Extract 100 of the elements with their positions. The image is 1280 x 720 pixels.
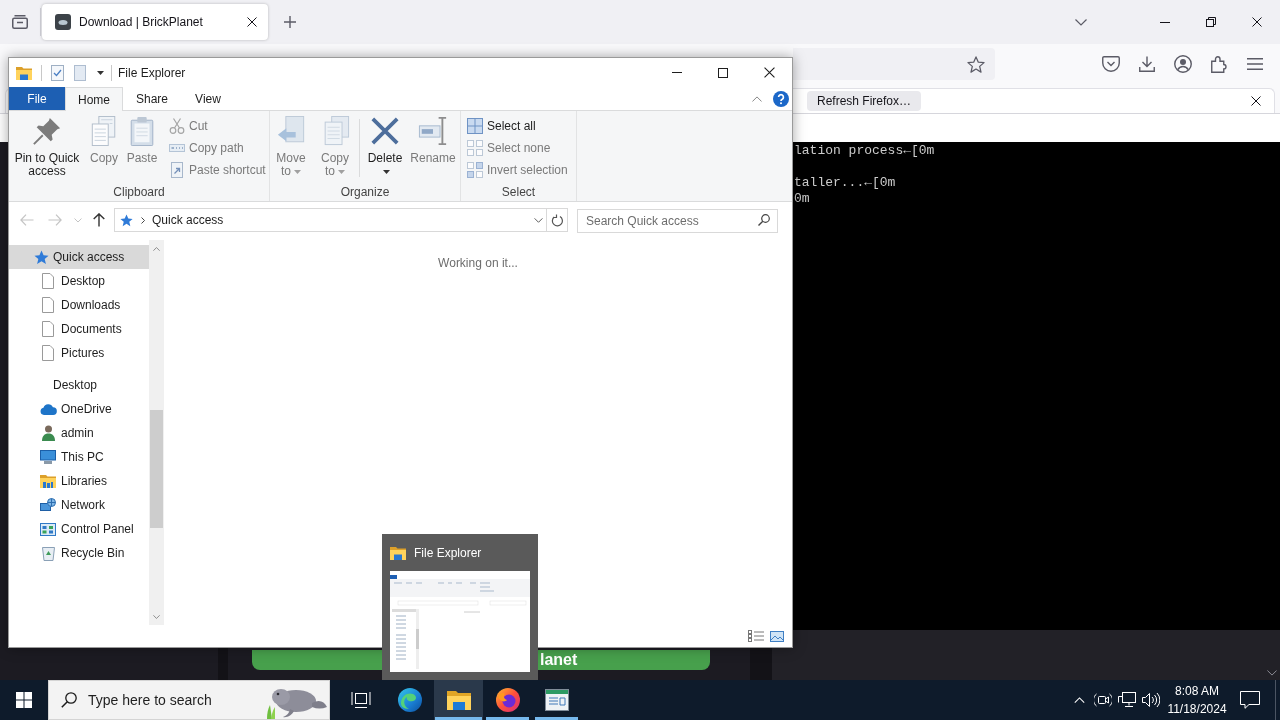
preview-title: File Explorer <box>414 544 482 562</box>
page-icon <box>42 345 54 361</box>
search-icon <box>61 692 77 708</box>
terminal-line: lation process←[0m <box>794 143 935 159</box>
ribbon-tab[interactable]: View <box>181 87 235 111</box>
checked-page-icon <box>51 64 64 81</box>
scrollbar-thumb[interactable] <box>150 410 163 528</box>
network-icon <box>40 498 56 512</box>
browser-tab[interactable]: Download | BrickPlanet <box>42 4 268 40</box>
running-indicator <box>435 717 482 720</box>
nav-pane-item[interactable]: OneDrive <box>9 397 149 421</box>
status-message: Working on it... <box>438 255 518 272</box>
star-icon <box>120 213 133 227</box>
select-none-icon <box>467 140 483 156</box>
large-icons-view-button[interactable] <box>770 630 784 642</box>
ribbon-group-label: Clipboard <box>113 184 165 200</box>
windows-logo-icon <box>16 692 32 708</box>
network-monitor-icon <box>1118 692 1136 708</box>
tab-tray-icon <box>12 15 28 29</box>
nav-pane-item[interactable]: Desktop <box>9 373 149 397</box>
ribbon-tab[interactable]: Share <box>123 87 181 111</box>
plus-icon <box>284 16 296 28</box>
star-icon <box>33 249 49 265</box>
taskbar-search-field[interactable]: Type here to search <box>48 680 330 720</box>
invert-selection-icon <box>467 162 483 178</box>
nav-pane-item[interactable]: Libraries <box>9 469 149 493</box>
control-panel-icon <box>40 522 56 536</box>
ribbon-button[interactable]: Pin to Quick access <box>11 116 83 178</box>
edge-browser-icon <box>397 687 422 712</box>
help-button[interactable] <box>773 90 789 107</box>
page-icon <box>42 321 54 337</box>
window-app-icon <box>544 688 569 711</box>
folder-icon <box>16 65 32 80</box>
refresh-browser-button[interactable]: Refresh Firefox… <box>807 91 922 111</box>
delete-icon <box>370 116 400 146</box>
refresh-icon <box>551 213 563 227</box>
caret-down-icon <box>96 70 104 75</box>
library-folder-icon <box>40 474 56 488</box>
page-icon <box>42 273 54 289</box>
properties-button[interactable] <box>51 64 64 81</box>
folder-icon <box>446 689 471 710</box>
caret-down-icon <box>338 169 345 174</box>
maximize-icon <box>718 67 728 78</box>
terminal-line: 0m <box>794 191 810 207</box>
nav-pane-item[interactable]: Quick access <box>9 245 149 269</box>
folder-icon <box>390 545 406 560</box>
chevron-right-icon <box>141 216 145 224</box>
ribbon-button[interactable]: Delete <box>365 116 405 178</box>
nav-pane-item[interactable]: Control Panel <box>9 517 149 541</box>
nav-pane-item[interactable]: Recycle Bin <box>9 541 149 565</box>
scissors-icon <box>169 118 185 134</box>
url-field[interactable] <box>793 48 995 80</box>
running-indicator <box>535 717 578 720</box>
bookmark-star-icon <box>967 55 985 73</box>
scrollbar-track[interactable] <box>149 240 164 625</box>
video-camera-icon <box>1094 692 1112 708</box>
chevron-up-icon <box>153 246 160 251</box>
taskbar-button[interactable] <box>434 680 483 720</box>
close-icon <box>1252 17 1262 27</box>
user-icon <box>41 425 55 441</box>
nav-pane-item[interactable]: This PC <box>9 445 149 469</box>
clock[interactable]: 8:08 AM 11/18/2024 <box>1163 680 1231 720</box>
details-view-button[interactable] <box>748 630 764 642</box>
search-icon <box>758 214 770 226</box>
task-view-icon <box>350 690 371 709</box>
address-segment[interactable]: Quick access <box>152 211 224 229</box>
chevron-up-icon <box>1073 697 1085 703</box>
forward-arrow-icon <box>48 214 62 226</box>
back-arrow-icon <box>20 214 34 226</box>
file-menu-tab[interactable]: File <box>9 87 65 110</box>
site-favicon-icon <box>55 14 71 30</box>
chevron-down-icon <box>1075 18 1087 26</box>
ribbon-tab[interactable]: Home <box>65 87 123 111</box>
volume-icon <box>1142 692 1160 708</box>
bookmark-button[interactable] <box>965 53 987 75</box>
running-indicator <box>486 717 529 720</box>
puzzle-icon <box>1211 55 1227 73</box>
ribbon-button[interactable]: Select all <box>467 115 540 137</box>
address-bar[interactable]: Quick access <box>114 208 547 232</box>
refresh-button[interactable] <box>547 208 568 232</box>
nav-pane-item[interactable]: Network <box>9 493 149 517</box>
chevron-up-icon <box>752 95 762 102</box>
nav-pane-item[interactable]: Downloads <box>9 293 149 317</box>
close-icon <box>763 67 775 78</box>
search-field[interactable]: Search Quick access <box>577 209 778 233</box>
page-icon <box>42 297 54 313</box>
account-icon <box>1174 55 1192 73</box>
nav-pane-item[interactable]: Pictures <box>9 341 149 365</box>
select-all-icon <box>467 118 483 134</box>
nav-pane-item[interactable]: Desktop <box>9 269 149 293</box>
chevron-down-icon <box>74 217 82 223</box>
nav-pane-item[interactable]: admin <box>9 421 149 445</box>
caret-down-icon <box>383 169 390 174</box>
chevron-down-icon <box>153 614 160 619</box>
ribbon-group-label: Organize <box>340 184 390 200</box>
details-view-icon <box>748 630 764 642</box>
taskbar-preview[interactable]: File Explorer <box>382 534 538 680</box>
page-icon <box>74 64 86 81</box>
nav-pane-item[interactable]: Documents <box>9 317 149 341</box>
window-title: File Explorer <box>118 64 186 82</box>
